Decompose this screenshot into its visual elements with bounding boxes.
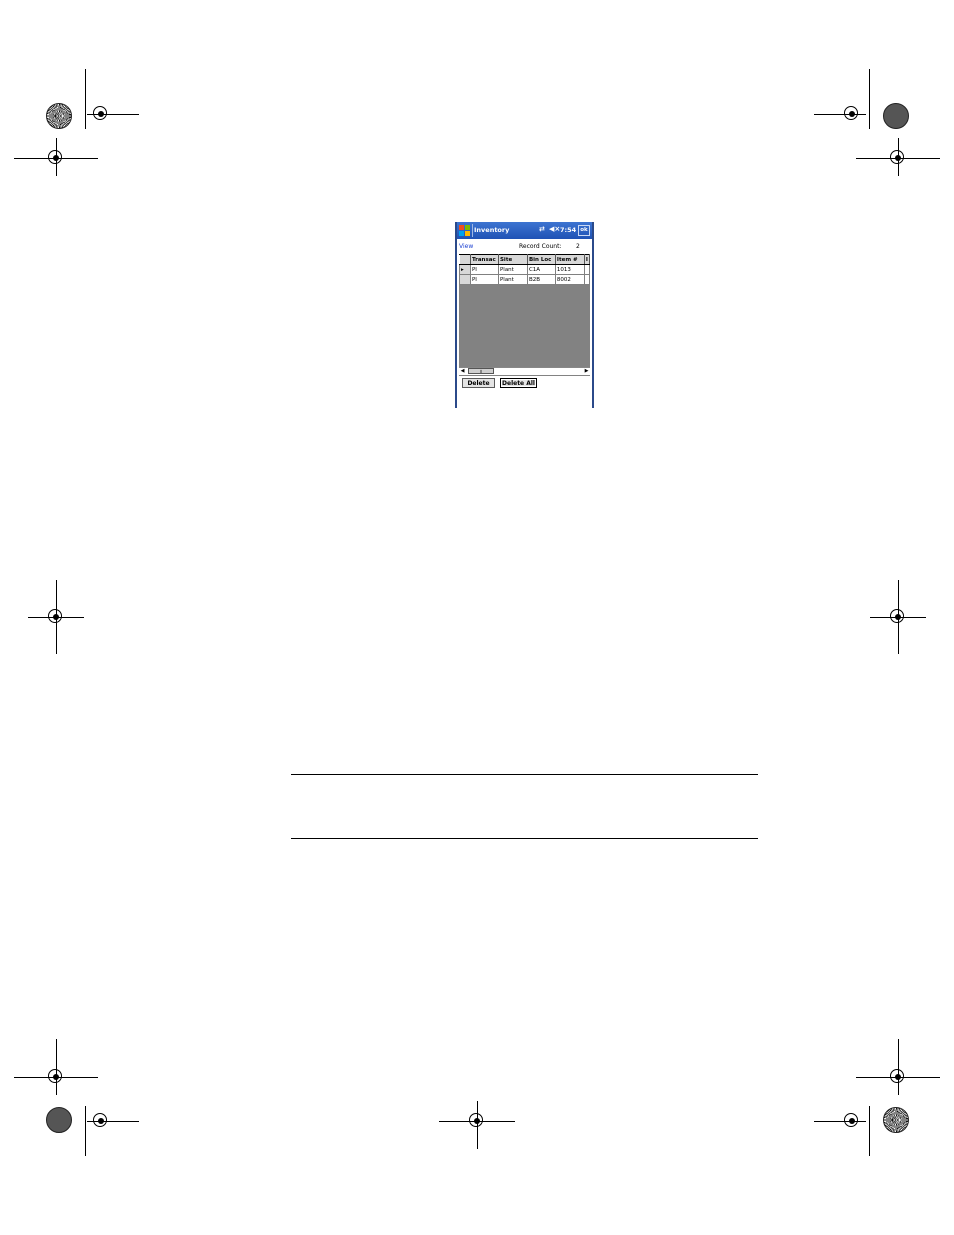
cell-site[interactable]: Plant [497,274,528,285]
cell-item[interactable]: 8002 [554,274,585,285]
record-count-value: 2 [576,243,580,250]
start-menu-icon[interactable] [459,225,470,236]
cell-site[interactable]: Plant [497,264,528,275]
delete-button[interactable]: Delete [462,378,495,388]
cell-transac[interactable]: PI [469,264,499,275]
row-selector-arrow-icon[interactable]: ▸ [459,264,471,275]
spoke-target-bottom-right [883,1107,909,1133]
ok-button[interactable]: ok [578,225,590,236]
spoke-target-bottom-left [46,1107,72,1133]
column-header-partial[interactable]: I [583,254,591,265]
table-row[interactable]: ▸ PI Plant C1A 1013 [459,264,591,275]
rule-top [291,774,758,775]
cell-bin-loc[interactable]: C1A [526,264,556,275]
column-header-bin-loc[interactable]: Bin Loc [526,254,556,265]
column-header-item[interactable]: Item # [554,254,585,265]
button-bar: Delete Delete All [459,376,590,390]
cell-bin-loc[interactable]: B2B [526,274,556,285]
view-menu[interactable]: View [459,243,473,250]
scroll-thumb[interactable]: ⦀ [468,368,494,374]
grid-header-row: Transac Site Bin Loc Item # I [459,254,591,265]
device-screen: Inventory ⇄ ◀× 7:54 ok View Record Count… [455,222,594,408]
column-header-site[interactable]: Site [497,254,528,265]
cell-partial[interactable] [583,264,591,275]
table-row[interactable]: PI Plant B2B 8002 [459,274,591,285]
spoke-target-top-right [883,103,909,129]
cell-partial[interactable] [583,274,591,285]
app-title: Inventory [474,226,510,234]
horizontal-scrollbar[interactable]: ◀ ⦀ ▶ [459,367,590,375]
rule-bottom [291,838,758,839]
delete-all-button[interactable]: Delete All [500,378,537,388]
column-header-transac[interactable]: Transac [469,254,499,265]
scroll-right-arrow-icon[interactable]: ▶ [583,368,590,375]
bottom-area [459,390,590,408]
cell-item[interactable]: 1013 [554,264,585,275]
sync-arrows-icon[interactable]: ⇄ [539,225,545,233]
menu-bar: View Record Count: 2 [459,241,590,252]
scroll-left-arrow-icon[interactable]: ◀ [459,368,466,375]
record-count-label: Record Count: [519,243,562,250]
clock-time[interactable]: 7:54 [560,226,576,234]
grid-corner [459,254,471,265]
row-selector[interactable] [459,274,471,285]
cell-transac[interactable]: PI [469,274,499,285]
title-separator [472,224,473,237]
title-bar: Inventory ⇄ ◀× 7:54 ok [457,222,592,239]
spoke-target-top-left [46,103,72,129]
speaker-icon[interactable]: ◀× [549,225,560,233]
